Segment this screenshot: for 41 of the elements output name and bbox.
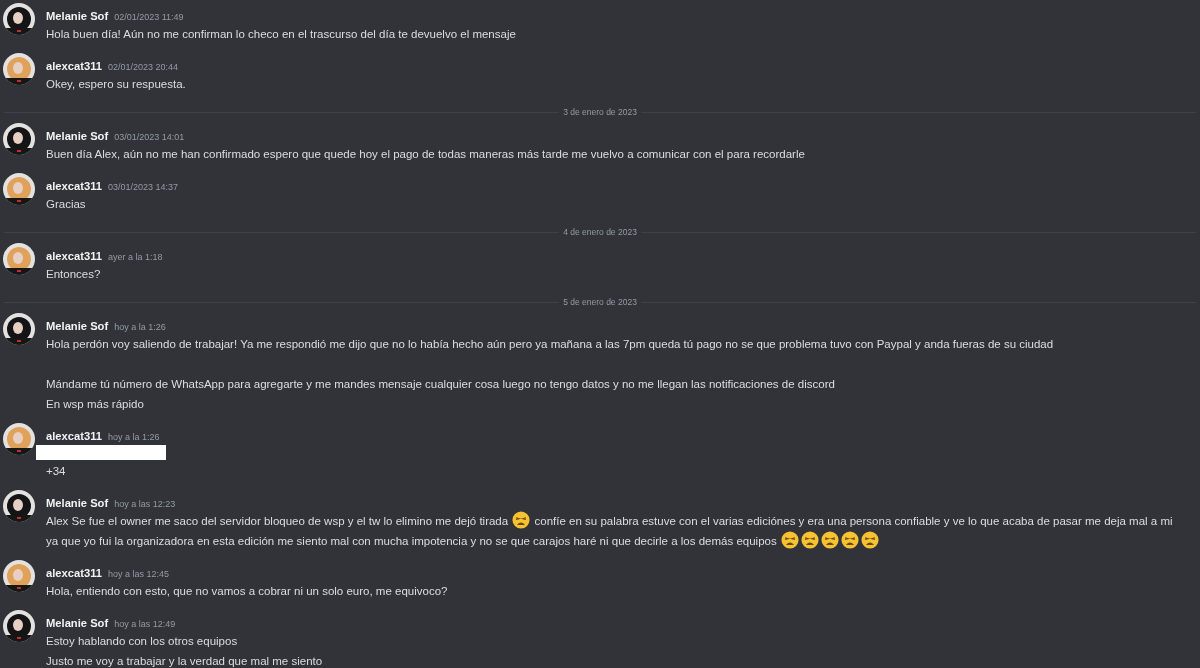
weary-face-icon [512,511,531,529]
message-text: Hola buen día! Aún no me confirman lo checo en el trascurso del día te devuelvo el mensaje [46,27,517,42]
author-name[interactable]: Melanie Sof [46,128,109,145]
author-name[interactable]: alexcat311 [46,428,102,445]
weary-face-icon [860,531,879,549]
message-text: Hola, entiendo con esto, que no vamos a cobrar ni un solo euro, me equivoco? [46,584,449,599]
message-timestamp: 02/01/2023 11:49 [114,11,184,24]
message-text: +34 [46,464,67,479]
message-text: Gracias [46,197,87,212]
author-name[interactable]: alexcat311 [46,178,102,195]
weary-face-icon [780,531,799,549]
date-divider-label: 5 de enero de 2023 [562,295,638,309]
date-divider-label: 3 de enero de 2023 [562,105,638,119]
message-timestamp: hoy a la 1:26 [108,431,160,444]
author-name[interactable]: alexcat311 [46,248,102,265]
message-timestamp: ayer a la 1:18 [108,251,163,264]
message-text: Estoy hablando con los otros equipos [46,634,239,649]
message-text: Hola perdón voy saliendo de trabajar! Ya me respondió me dijo que no lo había hecho aún pero ya mañana a las 7pm queda tú pago no se que problema tuvo con Paypal y anda fueras de su ciudad Mándame tú número de WhatsApp para agregarte y me mandes mensaje cualquier cosa luego no tengo datos y no me llegan las notificaciones de discord [46,337,1055,392]
message-text: Okey, espero su respuesta. [46,77,187,92]
message-text: Entonces? [46,267,102,282]
weary-face-icon [840,531,859,549]
weary-face-icon [820,531,839,549]
message-text: En wsp más rápido [46,397,145,412]
message-timestamp: hoy a las 12:49 [114,618,176,631]
author-name[interactable]: Melanie Sof [46,318,109,335]
author-name[interactable]: Melanie Sof [46,8,109,25]
author-name[interactable]: Melanie Sof [46,615,109,632]
message-text: Buen día Alex, aún no me han confirmado espero que quede hoy el pago de todas maneras más tarde me vuelvo a comunicar con el para recordarle [46,147,806,162]
message-timestamp: 03/01/2023 14:01 [114,131,185,144]
message-text: Alex Se fue el owner me saco del servidor bloqueo de wsp y el tw lo elimino me dejó tirada confíe en su palabra estuve con el varias ediciónes y era una persona confiable y ve lo que acaba de pasar me deja mal a mi ya que yo fui la organizadora en esta edición me siento mal con mucha impotencia y no se que carajos haré ni que decirle a los demás equipos [46,511,1200,551]
weary-face-icon [800,531,819,549]
message-timestamp: hoy a las 12:23 [114,498,176,511]
author-name[interactable]: alexcat311 [46,58,102,75]
message-timestamp: 03/01/2023 14:37 [108,181,179,194]
author-name[interactable]: alexcat311 [46,565,102,582]
message-text: Justo me voy a trabajar y la verdad que mal me siento [46,654,324,668]
date-divider-label: 4 de enero de 2023 [562,225,638,239]
message-timestamp: 02/01/2023 20:44 [108,61,179,74]
message-timestamp: hoy a la 1:26 [114,321,166,334]
author-name[interactable]: Melanie Sof [46,495,109,512]
message-timestamp: hoy a las 12:45 [108,568,170,581]
